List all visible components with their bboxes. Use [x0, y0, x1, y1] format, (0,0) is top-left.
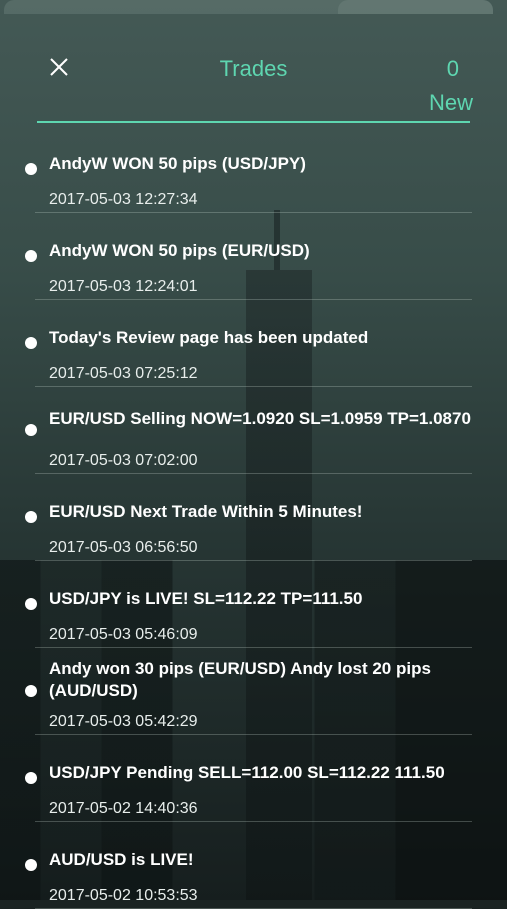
new-label: New [428, 90, 473, 115]
list-item[interactable]: AndyW WON 50 pips (USD/JPY) 2017-05-03 1… [25, 126, 472, 213]
item-timestamp: 2017-05-03 07:02:00 [49, 452, 198, 469]
item-text: AndyW WON 50 pips (USD/JPY) [49, 154, 306, 173]
item-text: EUR/USD Next Trade Within 5 Minutes! [49, 502, 363, 521]
item-text: AUD/USD is LIVE! [49, 850, 194, 869]
item-text: USD/JPY Pending SELL=112.00 SL=112.22 11… [49, 763, 445, 782]
list-item[interactable]: AUD/USD is LIVE! 2017-05-02 10:53:53 [25, 822, 472, 909]
bullet-dot [25, 424, 37, 436]
item-text: Today's Review page has been updated [49, 328, 369, 347]
item-timestamp: 2017-05-03 07:25:12 [49, 365, 198, 382]
header: Trades 0 New [0, 0, 507, 130]
bullet-dot [25, 337, 37, 349]
item-timestamp: 2017-05-03 12:27:34 [49, 191, 198, 208]
item-timestamp: 2017-05-03 05:42:29 [49, 713, 198, 730]
item-text: USD/JPY is LIVE! SL=112.22 TP=111.50 [49, 589, 363, 608]
list-item[interactable]: AndyW WON 50 pips (EUR/USD) 2017-05-03 1… [25, 213, 472, 300]
header-divider [37, 121, 470, 123]
bullet-dot [25, 772, 37, 784]
trades-list: AndyW WON 50 pips (USD/JPY) 2017-05-03 1… [0, 126, 507, 909]
item-timestamp: 2017-05-02 10:53:53 [49, 887, 198, 904]
bullet-dot [25, 598, 37, 610]
item-text: Andy won 30 pips (EUR/USD) Andy lost 20 … [49, 659, 431, 700]
item-text: AndyW WON 50 pips (EUR/USD) [49, 241, 310, 260]
bullet-dot [25, 859, 37, 871]
item-timestamp: 2017-05-02 14:40:36 [49, 800, 198, 817]
item-timestamp: 2017-05-03 06:56:50 [49, 539, 198, 556]
item-timestamp: 2017-05-03 12:24:01 [49, 278, 198, 295]
list-item[interactable]: EUR/USD Next Trade Within 5 Minutes! 201… [25, 474, 472, 561]
bullet-dot [25, 685, 37, 697]
list-item[interactable]: EUR/USD Selling NOW=1.0920 SL=1.0959 TP=… [25, 387, 472, 474]
bullet-dot [25, 511, 37, 523]
item-timestamp: 2017-05-03 05:46:09 [49, 626, 198, 643]
list-item[interactable]: USD/JPY is LIVE! SL=112.22 TP=111.50 201… [25, 561, 472, 648]
bullet-dot [25, 250, 37, 262]
bullet-dot [25, 163, 37, 175]
item-text: EUR/USD Selling NOW=1.0920 SL=1.0959 TP=… [49, 409, 471, 428]
list-item[interactable]: Andy won 30 pips (EUR/USD) Andy lost 20 … [25, 648, 472, 735]
list-item[interactable]: USD/JPY Pending SELL=112.00 SL=112.22 11… [25, 735, 472, 822]
page-title: Trades [219, 56, 288, 81]
new-count: 0 [446, 56, 459, 81]
list-item[interactable]: Today's Review page has been updated 201… [25, 300, 472, 387]
